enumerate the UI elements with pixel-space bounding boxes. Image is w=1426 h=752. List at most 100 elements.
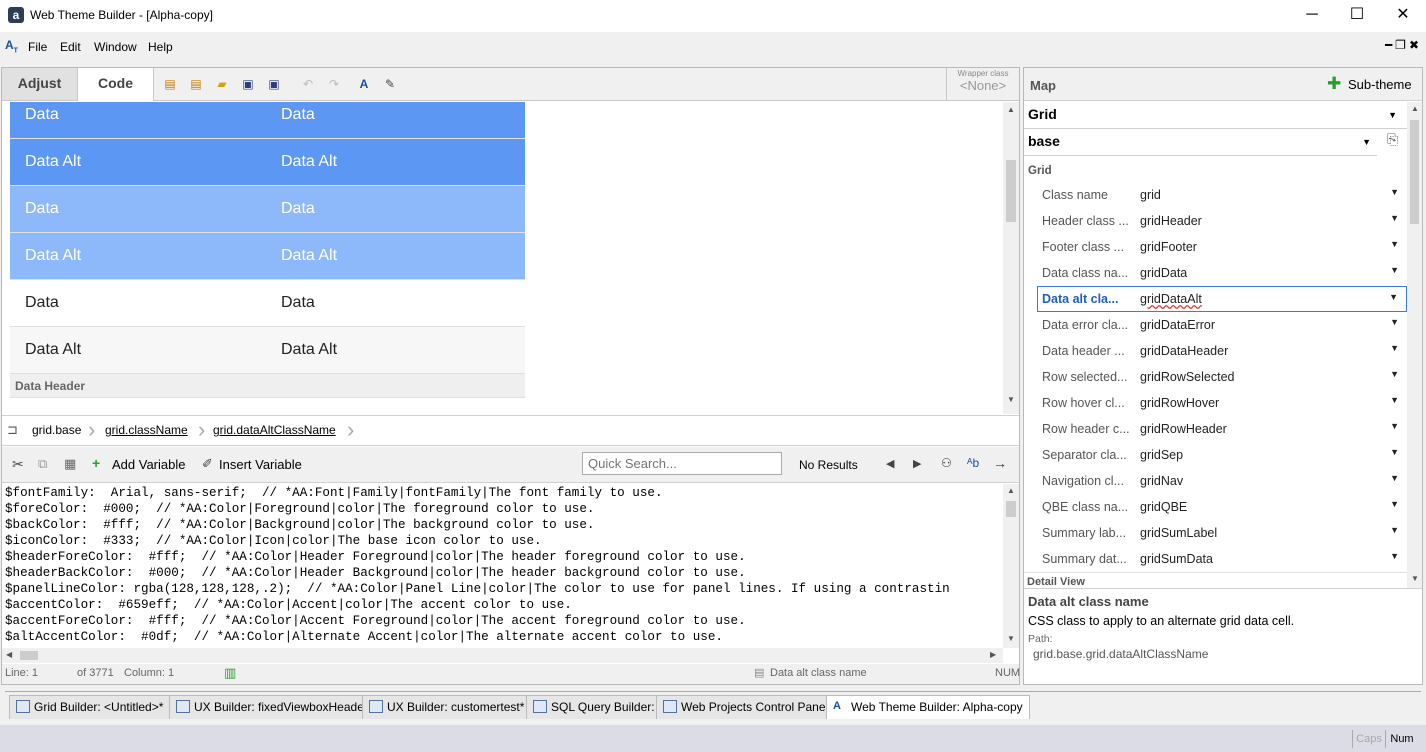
- property-row[interactable]: QBE class na... gridQBE ▼: [1037, 494, 1407, 520]
- map-combo-grid[interactable]: Grid ▼: [1024, 102, 1407, 129]
- task-tab[interactable]: Grid Builder: <Untitled>*: [9, 695, 171, 719]
- plus-icon[interactable]: +: [92, 455, 100, 471]
- property-row[interactable]: Header class ... gridHeader ▼: [1037, 208, 1407, 234]
- property-value[interactable]: gridHeader: [1140, 214, 1202, 228]
- copy-icon[interactable]: ⧉: [38, 456, 47, 472]
- code-vertical-scrollbar[interactable]: ▲ ▼: [1003, 484, 1019, 648]
- breadcrumb-item[interactable]: grid.dataAltClassName: [207, 416, 342, 445]
- preview-row[interactable]: Data Data: [10, 186, 525, 233]
- property-value[interactable]: gridQBE: [1140, 500, 1187, 514]
- next-result-icon[interactable]: ▶: [913, 457, 921, 470]
- chevron-down-icon[interactable]: ▼: [1390, 343, 1399, 353]
- document-icon[interactable]: AT: [5, 38, 18, 54]
- prev-result-icon[interactable]: ◀: [886, 457, 894, 470]
- redo-icon[interactable]: ↷: [326, 76, 342, 92]
- property-row[interactable]: Footer class ... gridFooter ▼: [1037, 234, 1407, 260]
- property-row[interactable]: Data error cla... gridDataError ▼: [1037, 312, 1407, 338]
- task-tab[interactable]: UX Builder: customertest*: [362, 695, 532, 719]
- mdi-restore-icon[interactable]: ❐: [1395, 38, 1409, 52]
- preview-row[interactable]: Data Data: [10, 102, 525, 139]
- chevron-down-icon[interactable]: ▼: [1388, 110, 1397, 120]
- property-value[interactable]: gridSep: [1140, 448, 1183, 462]
- quick-search-input[interactable]: [582, 452, 782, 475]
- menu-file[interactable]: File: [28, 40, 47, 54]
- paste-icon[interactable]: ▦: [64, 456, 76, 472]
- chevron-down-icon[interactable]: ▼: [1390, 395, 1399, 405]
- chevron-down-icon[interactable]: ▼: [1390, 551, 1399, 561]
- map-scrollbar[interactable]: ▲ ▼: [1407, 102, 1422, 588]
- chevron-down-icon[interactable]: ▼: [1390, 369, 1399, 379]
- task-tab[interactable]: UX Builder: fixedViewboxHeader: [169, 695, 375, 719]
- undo-icon[interactable]: ↶: [300, 76, 316, 92]
- chevron-down-icon[interactable]: ▼: [1390, 421, 1399, 431]
- book-icon[interactable]: ▥: [224, 665, 236, 681]
- chevron-down-icon[interactable]: ▼: [1390, 187, 1399, 197]
- property-row[interactable]: Summary lab... gridSumLabel ▼: [1037, 520, 1407, 546]
- scroll-down-icon[interactable]: ▼: [1411, 574, 1419, 583]
- preview-row[interactable]: Data Data: [10, 280, 525, 327]
- sub-theme-button[interactable]: Sub-theme: [1348, 77, 1412, 92]
- copy-icon[interactable]: ⎘: [1387, 131, 1398, 148]
- pencil-icon[interactable]: ✐: [202, 456, 213, 472]
- mdi-close-icon[interactable]: ✖: [1409, 38, 1422, 52]
- copy-file-icon[interactable]: ▤: [188, 76, 204, 92]
- open-folder-icon[interactable]: ▰: [214, 76, 230, 92]
- preview-row[interactable]: Data Alt Data Alt: [10, 233, 525, 280]
- save-icon[interactable]: ▣: [240, 76, 256, 92]
- property-value[interactable]: gridDataError: [1140, 318, 1215, 332]
- menu-window[interactable]: Window: [94, 40, 137, 54]
- scroll-left-icon[interactable]: ◀: [6, 650, 12, 659]
- property-row[interactable]: Class name grid ▼: [1037, 182, 1407, 208]
- breadcrumb-item[interactable]: grid.className: [99, 416, 194, 445]
- wrapper-class-selector[interactable]: Wrapper class <None>: [946, 68, 1019, 100]
- edit-icon[interactable]: ✎: [382, 76, 398, 92]
- binoculars-icon[interactable]: ⚇: [941, 456, 952, 470]
- scroll-down-icon[interactable]: ▼: [1007, 395, 1015, 404]
- property-row[interactable]: Summary dat... gridSumData ▼: [1037, 546, 1407, 572]
- preview-data-header[interactable]: Data Header: [10, 374, 525, 398]
- preview-row[interactable]: Data Alt Data Alt: [10, 327, 525, 374]
- menu-help[interactable]: Help: [148, 40, 173, 54]
- cut-icon[interactable]: ✂: [12, 456, 24, 473]
- preview-row[interactable]: Data Alt Data Alt: [10, 139, 525, 186]
- task-tab-active[interactable]: A Web Theme Builder: Alpha-copy: [826, 695, 1030, 719]
- property-row[interactable]: Separator cla... gridSep ▼: [1037, 442, 1407, 468]
- chevron-down-icon[interactable]: ▼: [1390, 265, 1399, 275]
- property-value[interactable]: gridFooter: [1140, 240, 1197, 254]
- property-value[interactable]: gridRowSelected: [1140, 370, 1235, 384]
- code-horizontal-scrollbar[interactable]: ◀ ▶: [2, 648, 1003, 663]
- property-value[interactable]: gridDataHeader: [1140, 344, 1228, 358]
- chevron-down-icon[interactable]: ▼: [1390, 499, 1399, 509]
- property-row[interactable]: Row selected... gridRowSelected ▼: [1037, 364, 1407, 390]
- scroll-right-icon[interactable]: ▶: [990, 650, 996, 659]
- property-row[interactable]: Row hover cl... gridRowHover ▼: [1037, 390, 1407, 416]
- scroll-up-icon[interactable]: ▲: [1007, 486, 1015, 495]
- save-as-icon[interactable]: ▣: [266, 76, 282, 92]
- scroll-up-icon[interactable]: ▲: [1007, 105, 1015, 114]
- scroll-thumb[interactable]: [1410, 120, 1419, 224]
- menu-edit[interactable]: Edit: [60, 40, 81, 54]
- property-row[interactable]: Row header c... gridRowHeader ▼: [1037, 416, 1407, 442]
- add-variable-button[interactable]: Add Variable: [112, 457, 185, 472]
- property-value[interactable]: gridSumLabel: [1140, 526, 1217, 540]
- preview-scrollbar[interactable]: ▲ ▼: [1003, 102, 1019, 414]
- new-file-icon[interactable]: ▤: [162, 76, 178, 92]
- bookmark-icon[interactable]: ⊐: [7, 422, 18, 438]
- scroll-down-icon[interactable]: ▼: [1007, 634, 1015, 643]
- close-button[interactable]: ✕: [1380, 0, 1426, 32]
- scroll-up-icon[interactable]: ▲: [1411, 104, 1419, 113]
- scroll-thumb[interactable]: [20, 651, 38, 660]
- task-tab[interactable]: SQL Query Builder:: [526, 695, 662, 719]
- mdi-controls[interactable]: ━❐✖: [1385, 38, 1422, 52]
- property-value[interactable]: gridRowHeader: [1140, 422, 1227, 436]
- property-row-selected[interactable]: Data alt cla... gridDataAlt ▼: [1037, 286, 1407, 312]
- property-value[interactable]: gridNav: [1140, 474, 1183, 488]
- task-tab[interactable]: Web Projects Control Panel: [656, 695, 836, 719]
- goto-arrow-icon[interactable]: →: [993, 455, 1007, 471]
- chevron-down-icon[interactable]: ▼: [1390, 525, 1399, 535]
- property-value[interactable]: gridRowHover: [1140, 396, 1219, 410]
- code-editor[interactable]: $fontFamily: Arial, sans-serif; // *AA:F…: [2, 484, 1003, 648]
- replace-icon[interactable]: ᴬb: [967, 456, 979, 470]
- property-row[interactable]: Data header ... gridDataHeader ▼: [1037, 338, 1407, 364]
- tab-adjust[interactable]: Adjust: [2, 68, 78, 100]
